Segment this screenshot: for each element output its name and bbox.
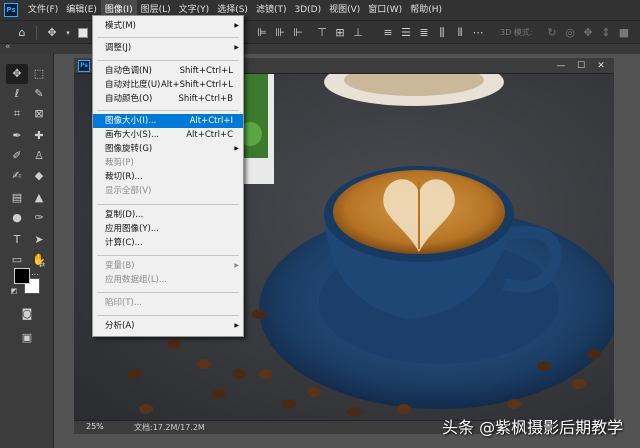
menu-separator <box>97 60 239 61</box>
close-icon[interactable]: ✕ <box>594 60 608 72</box>
menu-item-canvas-size[interactable]: 画布大小(S)... Alt+Ctrl+C <box>93 128 243 142</box>
3d-slide-icon: ⇕ <box>601 26 611 39</box>
brush-tool-icon[interactable]: ✐ <box>6 146 28 166</box>
menu-item-duplicate[interactable]: 复制(D)... <box>93 208 243 222</box>
path-selection-tool-icon[interactable]: ➤ <box>28 230 50 250</box>
align-top-icon[interactable]: ⊤ <box>314 25 330 41</box>
distribute-bottom-icon[interactable]: ≣ <box>416 25 432 41</box>
healing-brush-tool-icon[interactable]: ✚ <box>28 126 50 146</box>
dodge-tool-icon[interactable]: ● <box>6 208 28 228</box>
document-info[interactable]: 文档:17.2M/17.2M <box>134 422 205 433</box>
menu-separator <box>97 292 239 293</box>
document-ps-icon: Ps <box>78 60 90 72</box>
submenu-arrow-icon: ▶ <box>234 145 239 152</box>
collapse-arrows-icon[interactable]: « <box>5 42 11 52</box>
menu-window[interactable]: 窗口(W) <box>364 0 406 20</box>
shape-tool-icon[interactable]: ▭ <box>6 250 28 270</box>
quick-mask-icon[interactable]: ◙ <box>16 304 38 324</box>
align-right-icon[interactable]: ⊩ <box>290 25 306 41</box>
restore-icon[interactable]: ☐ <box>574 60 588 72</box>
menu-separator <box>97 110 239 111</box>
menu-view[interactable]: 视图(V) <box>325 0 364 20</box>
home-icon[interactable]: ⌂ <box>14 25 30 41</box>
menu-separator <box>97 255 239 256</box>
menu-item-image-size[interactable]: 图像大小(I)... Alt+Ctrl+I <box>93 114 243 128</box>
3d-rotate-icon: ↻ <box>547 26 557 39</box>
align-bottom-icon[interactable]: ⊥ <box>350 25 366 41</box>
image-menu-dropdown: 模式(M) ▶ 调整(J) ▶ 自动色调(N) Shift+Ctrl+L 自动对… <box>92 15 244 337</box>
3d-mode-label: 3D 模式: <box>500 28 533 37</box>
eraser-tool-icon[interactable]: ◆ <box>28 166 50 186</box>
menu-filter[interactable]: 滤镜(T) <box>252 0 291 20</box>
menu-item-variables: 变量(B) ▶ <box>105 261 239 271</box>
align-left-icon[interactable]: ⊫ <box>254 25 270 41</box>
3d-pan-icon: ✥ <box>583 26 593 39</box>
eyedropper-tool-icon[interactable]: ✒ <box>6 126 28 146</box>
submenu-arrow-icon: ▶ <box>234 322 239 329</box>
crop-tool-icon[interactable]: ⌗ <box>6 104 28 124</box>
menu-separator <box>97 37 239 38</box>
zoom-level[interactable]: 25% <box>86 422 104 431</box>
default-colors-icon[interactable]: ◩ <box>8 286 20 296</box>
type-tool-icon[interactable]: T <box>6 230 28 250</box>
move-tool-icon[interactable]: ✥ <box>6 64 28 84</box>
submenu-arrow-icon: ▶ <box>234 44 239 51</box>
menu-file[interactable]: 文件(F) <box>24 0 62 20</box>
photoshop-logo-icon[interactable]: Ps <box>4 3 18 17</box>
menu-item-image-rotation[interactable]: 图像旋转(G) ▶ <box>93 142 243 156</box>
menu-help[interactable]: 帮助(H) <box>406 0 446 20</box>
menu-item-auto-tone[interactable]: 自动色调(N) Shift+Ctrl+L <box>93 64 243 78</box>
menu-separator <box>97 204 239 205</box>
distribute-top-icon[interactable]: ≡ <box>380 25 396 41</box>
foreground-color-swatch[interactable] <box>14 268 30 284</box>
blur-tool-icon[interactable]: ▲ <box>28 188 50 208</box>
screen-mode-icon[interactable]: ▣ <box>16 328 38 348</box>
align-middle-icon[interactable]: ⊞ <box>332 25 348 41</box>
history-brush-tool-icon[interactable]: ✍ <box>6 166 28 186</box>
menu-item-calculations[interactable]: 计算(C)... <box>93 236 243 250</box>
more-options-icon[interactable]: ⋯ <box>470 25 486 41</box>
minimize-icon[interactable]: — <box>554 60 568 72</box>
distribute-middle-icon[interactable]: ☰ <box>398 25 414 41</box>
menu-item-mode[interactable]: 模式(M) ▶ <box>93 19 243 33</box>
menu-item-reveal-all: 显示全部(V) <box>105 186 152 196</box>
3d-scale-icon: ■ <box>618 26 630 39</box>
frame-tool-icon[interactable]: ⊠ <box>28 104 50 124</box>
submenu-arrow-icon: ▶ <box>234 262 239 269</box>
menu-item-adjustments[interactable]: 调整(J) ▶ <box>93 41 243 55</box>
auto-select-checkbox[interactable] <box>78 28 88 38</box>
align-center-icon[interactable]: ⊪ <box>272 25 288 41</box>
gradient-tool-icon[interactable]: ▤ <box>6 188 28 208</box>
watermark-text: 头条 @紫枫摄影后期教学 <box>442 418 624 437</box>
chevron-down-icon[interactable]: ▾ <box>60 25 76 41</box>
quick-select-tool-icon[interactable]: ✎ <box>28 84 50 104</box>
menu-item-trim[interactable]: 裁切(R)... <box>93 170 243 184</box>
menu-item-crop: 裁剪(P) <box>105 158 134 168</box>
menu-item-auto-color[interactable]: 自动颜色(O) Shift+Ctrl+B <box>93 92 243 106</box>
3d-roll-icon: ◎ <box>565 26 575 39</box>
move-tool-icon[interactable]: ✥ <box>44 25 60 41</box>
distribute-center-icon[interactable]: ⫴ <box>452 25 468 41</box>
menu-item-apply-image[interactable]: 应用图像(Y)... <box>93 222 243 236</box>
tools-panel: ✥ ⬚ ℓ ✎ ⌗ ⊠ ✒ ✚ ✐ ♙ ✍ ◆ ▤ ▲ ● ✑ T ➤ ▭ ✋ … <box>0 54 54 448</box>
submenu-arrow-icon: ▶ <box>234 22 239 29</box>
menu-separator <box>97 315 239 316</box>
swap-colors-icon[interactable]: ⇄ <box>36 260 48 270</box>
options-divider <box>36 26 37 40</box>
clone-stamp-tool-icon[interactable]: ♙ <box>28 146 50 166</box>
lasso-tool-icon[interactable]: ℓ <box>6 84 28 104</box>
pen-tool-icon[interactable]: ✑ <box>28 208 50 228</box>
distribute-left-icon[interactable]: ⫼ <box>434 25 450 41</box>
menu-3d[interactable]: 3D(D) <box>290 0 325 20</box>
menu-item-apply-data-set: 应用数据组(L)... <box>105 275 167 285</box>
menu-item-auto-contrast[interactable]: 自动对比度(U) Alt+Shift+Ctrl+L <box>93 78 243 92</box>
menu-item-trap: 陷印(T)... <box>105 298 142 308</box>
marquee-tool-icon[interactable]: ⬚ <box>28 64 50 84</box>
menu-item-analysis[interactable]: 分析(A) ▶ <box>93 319 243 333</box>
